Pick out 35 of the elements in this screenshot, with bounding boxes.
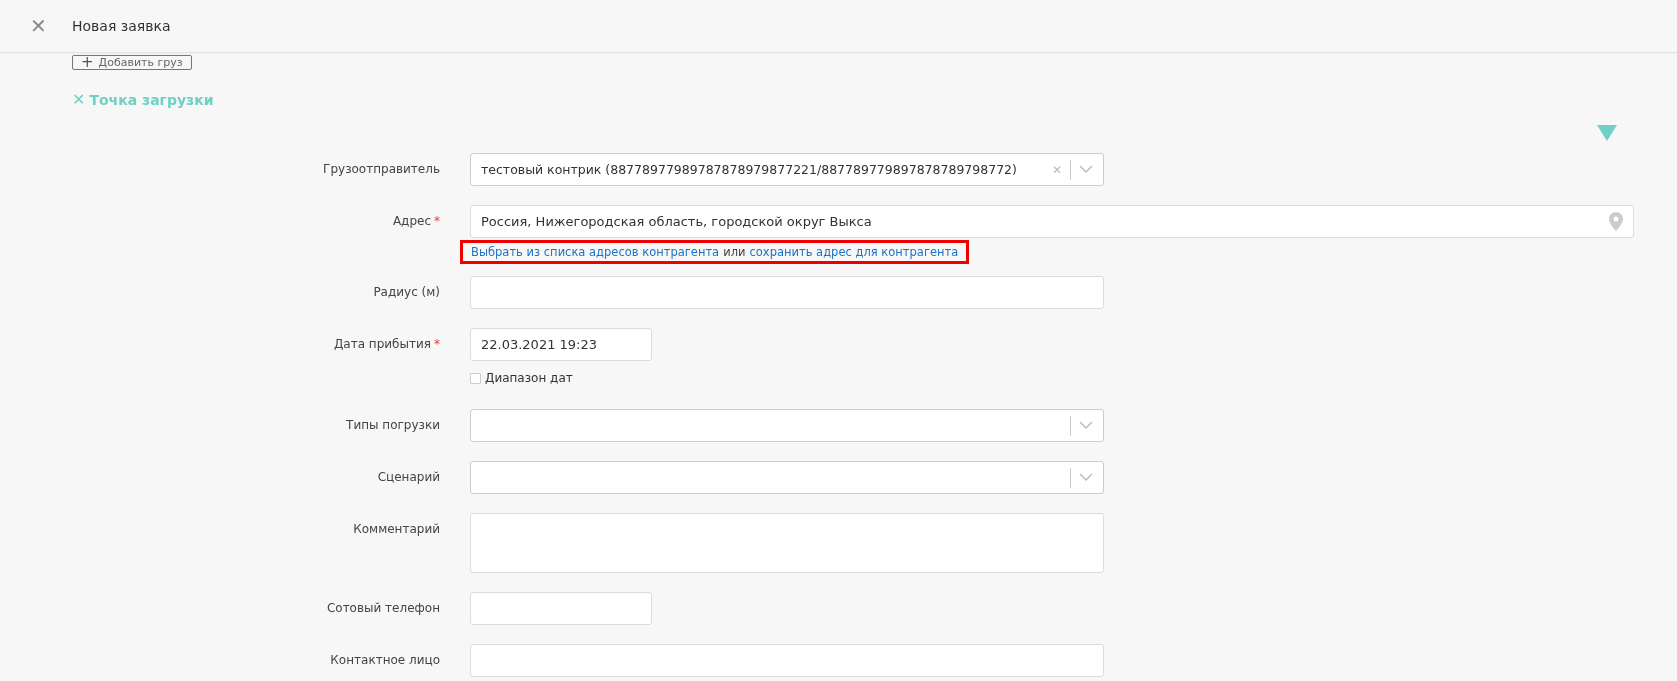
chevron-down-icon[interactable] (1079, 165, 1093, 174)
date-field[interactable]: 22.03.2021 19:23 (470, 328, 652, 361)
hint-text: или (723, 245, 746, 259)
plus-icon: + (81, 56, 94, 69)
chevron-down-icon[interactable] (1079, 473, 1093, 482)
checkbox[interactable] (470, 372, 481, 384)
address-field[interactable]: Россия, Нижегородская область, городской округ Выкса (470, 205, 1634, 238)
select-field[interactable] (470, 461, 1104, 494)
add-cargo-button[interactable]: + Добавить груз (72, 55, 192, 70)
field-label: Контактное лицо (330, 653, 440, 667)
link[interactable]: сохранить адрес для контрагента (749, 245, 959, 259)
field-label: Типы погрузки (346, 418, 440, 432)
field-label: Комментарий (353, 522, 440, 536)
chevron-down-icon[interactable] (1079, 421, 1093, 430)
field-label: Адрес (392, 214, 431, 228)
input-field[interactable] (470, 276, 1104, 309)
comment-field[interactable] (470, 513, 1104, 573)
select-field[interactable]: тестовый контрик (88778977989787878979877221/887789779897878789798772) ✕ (470, 153, 1104, 186)
input-field[interactable] (470, 644, 1104, 677)
required-mark: * (434, 214, 440, 228)
field-label: Дата прибытия (333, 337, 431, 351)
close-icon[interactable]: ✕ (30, 16, 50, 36)
location-pin-icon[interactable] (1609, 212, 1623, 231)
input-field[interactable] (470, 592, 652, 625)
required-mark: * (434, 337, 440, 351)
collapse-triangle-icon[interactable] (1597, 125, 1617, 141)
field-label: Сотовый телефон (326, 601, 440, 615)
checkbox-label: Диапазон дат (485, 371, 573, 385)
field-label: Радиус (м) (373, 285, 440, 299)
field-label: Сценарий (377, 470, 440, 484)
select-field[interactable] (470, 409, 1104, 442)
window-title: Новая заявка (72, 18, 171, 34)
section-title: Точка загрузки (89, 91, 214, 108)
link[interactable]: Выбрать из списка адресов контрагента (471, 245, 720, 259)
field-label: Грузоотправитель (323, 162, 440, 176)
